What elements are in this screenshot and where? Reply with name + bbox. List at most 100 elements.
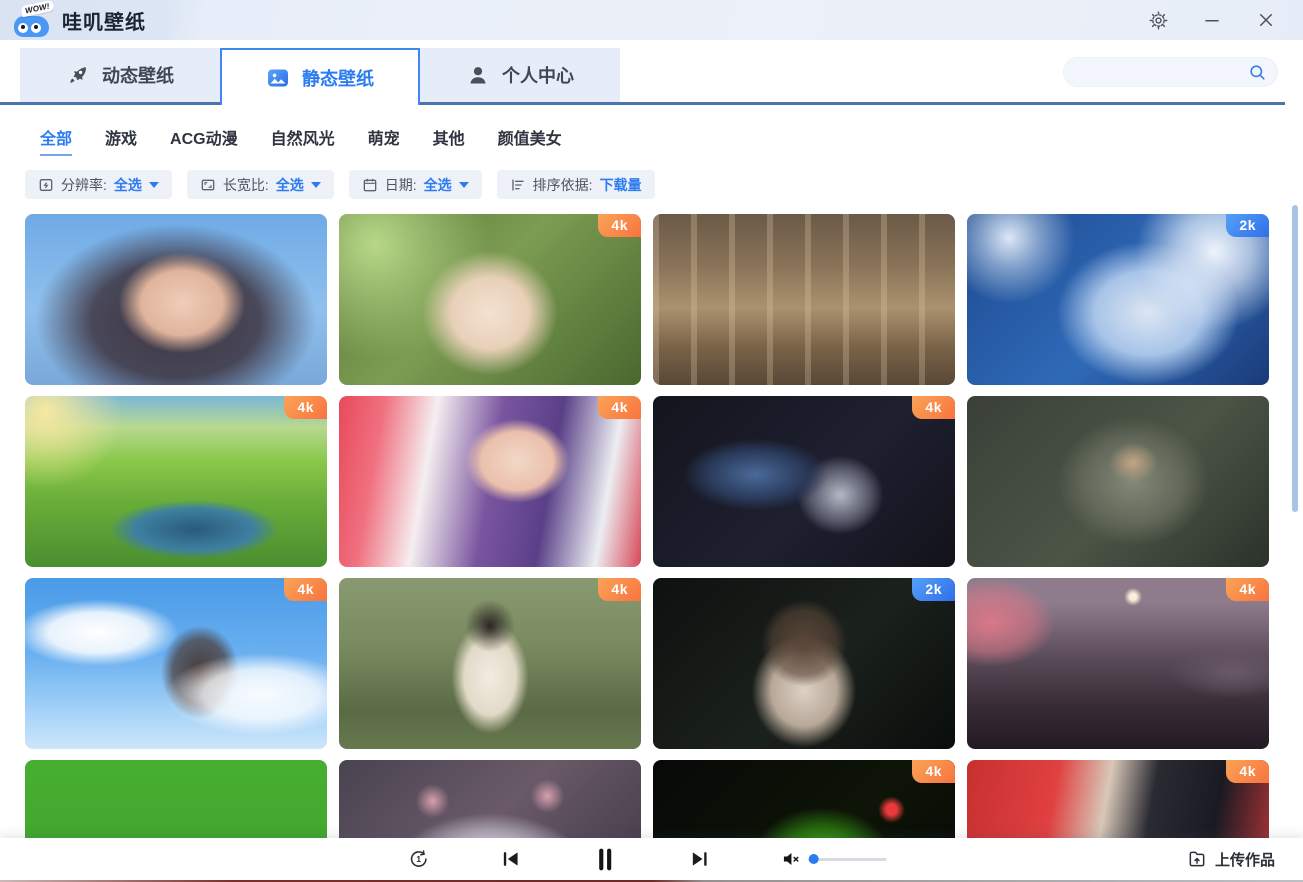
rocket-icon: [66, 63, 90, 87]
filter-resolution[interactable]: 分辨率: 全选: [25, 170, 172, 199]
resolution-badge: 4k: [912, 760, 955, 783]
scrollbar-thumb[interactable]: [1292, 205, 1298, 512]
volume-control: [780, 848, 886, 870]
resolution-icon: [38, 177, 54, 193]
tab-label: 静态壁纸: [302, 65, 374, 91]
filter-bar: 分辨率: 全选 长宽比: 全选 日期: 全选: [25, 170, 1303, 199]
filter-sort[interactable]: 排序依据: 下载量: [497, 170, 655, 199]
resolution-badge: 4k: [912, 396, 955, 419]
wallpaper-grid: 4k 2k 4k 4k 4k 4k 4k 2k 4k 4k 4k: [25, 214, 1303, 882]
category-label: 颜值美女: [498, 131, 562, 148]
wallpaper-card[interactable]: [653, 214, 955, 385]
category-label: 萌宠: [368, 131, 400, 148]
pause-button[interactable]: [591, 846, 618, 873]
volume-slider[interactable]: [808, 858, 886, 861]
resolution-badge: 4k: [598, 214, 641, 237]
app-window: WOW! 哇叽壁纸: [0, 0, 1303, 882]
filter-value: 下载量: [600, 175, 642, 195]
filter-label: 排序依据:: [533, 175, 593, 195]
wallpaper-card[interactable]: 4k: [339, 578, 641, 749]
chevron-down-icon: [311, 182, 321, 188]
tab-label: 动态壁纸: [102, 62, 174, 88]
category-item[interactable]: ACG动漫: [170, 125, 238, 156]
search-input[interactable]: [1064, 58, 1277, 86]
filter-label: 分辨率:: [61, 175, 107, 195]
chevron-down-icon: [149, 182, 159, 188]
category-label: 自然风光: [271, 131, 335, 148]
wallpaper-card[interactable]: [967, 396, 1269, 567]
resolution-badge: 4k: [1226, 578, 1269, 601]
resolution-badge: 4k: [284, 396, 327, 419]
repeat-one-button[interactable]: 1: [407, 848, 429, 870]
player-bar: 1: [0, 838, 1303, 880]
category-label: 其他: [433, 131, 465, 148]
resolution-badge: 2k: [912, 578, 955, 601]
filter-value: 全选: [276, 175, 304, 195]
filter-value: 全选: [114, 175, 142, 195]
svg-text:1: 1: [416, 854, 421, 864]
tab-static-wallpaper[interactable]: 静态壁纸: [220, 48, 420, 105]
gear-icon: [1149, 11, 1168, 30]
upload-button[interactable]: 上传作品: [1187, 838, 1275, 880]
image-icon: [266, 66, 290, 90]
previous-icon: [499, 848, 521, 870]
tab-live-wallpaper[interactable]: 动态壁纸: [20, 48, 220, 102]
category-nav: 全部 游戏 ACG动漫 自然风光 萌宠 其他 颜值美女: [40, 125, 1303, 156]
app-title: 哇叽壁纸: [62, 6, 146, 35]
resolution-badge: 2k: [1226, 214, 1269, 237]
app-logo-icon: WOW!: [14, 3, 52, 37]
filter-aspect-ratio[interactable]: 长宽比: 全选: [187, 170, 334, 199]
category-item[interactable]: 萌宠: [368, 125, 400, 156]
filter-date[interactable]: 日期: 全选: [349, 170, 482, 199]
wallpaper-card[interactable]: 4k: [25, 396, 327, 567]
filter-value: 全选: [424, 175, 452, 195]
minimize-button[interactable]: [1201, 9, 1223, 31]
wallpaper-card[interactable]: 4k: [25, 578, 327, 749]
category-item[interactable]: 其他: [433, 125, 465, 156]
next-track-button[interactable]: [688, 848, 710, 870]
volume-slider-thumb[interactable]: [809, 854, 819, 864]
tab-bar: 动态壁纸 静态壁纸: [0, 48, 1303, 105]
wallpaper-card[interactable]: [25, 214, 327, 385]
tab-label: 个人中心: [502, 62, 574, 88]
close-button[interactable]: [1255, 9, 1277, 31]
previous-track-button[interactable]: [499, 848, 521, 870]
wallpaper-card[interactable]: 4k: [339, 396, 641, 567]
search-icon[interactable]: [1248, 63, 1267, 82]
mascot-eye: [18, 23, 28, 33]
wow-bubble: WOW!: [20, 0, 54, 17]
wallpaper-card[interactable]: 4k: [339, 214, 641, 385]
category-label: 游戏: [105, 131, 137, 148]
pause-icon: [591, 846, 618, 873]
category-label: ACG动漫: [170, 131, 238, 148]
tabs: 动态壁纸 静态壁纸: [20, 48, 620, 105]
category-item[interactable]: 全部: [40, 125, 72, 156]
wallpaper-card[interactable]: 4k: [967, 578, 1269, 749]
chevron-down-icon: [459, 182, 469, 188]
category-item[interactable]: 游戏: [105, 125, 137, 156]
player-controls: 1: [407, 838, 886, 880]
settings-button[interactable]: [1147, 9, 1169, 31]
app-brand: WOW! 哇叽壁纸: [0, 3, 146, 37]
tab-personal-center[interactable]: 个人中心: [420, 48, 620, 102]
mute-button[interactable]: [780, 848, 802, 870]
wallpaper-card[interactable]: 2k: [653, 578, 955, 749]
mascot-eye: [31, 23, 41, 33]
upload-icon: [1187, 849, 1207, 869]
calendar-icon: [362, 177, 378, 193]
wallpaper-card[interactable]: 4k: [653, 396, 955, 567]
filter-label: 日期:: [385, 175, 417, 195]
upload-label: 上传作品: [1215, 849, 1275, 870]
search-box[interactable]: [1063, 57, 1278, 87]
category-item[interactable]: 颜值美女: [498, 125, 562, 156]
filter-label: 长宽比:: [223, 175, 269, 195]
titlebar: WOW! 哇叽壁纸: [0, 0, 1303, 40]
resolution-badge: 4k: [1226, 760, 1269, 783]
wallpaper-card[interactable]: 2k: [967, 214, 1269, 385]
category-item[interactable]: 自然风光: [271, 125, 335, 156]
next-icon: [688, 848, 710, 870]
resolution-badge: 4k: [284, 578, 327, 601]
category-label: 全部: [40, 131, 72, 148]
mascot-blob: [14, 16, 49, 37]
user-icon: [466, 63, 490, 87]
